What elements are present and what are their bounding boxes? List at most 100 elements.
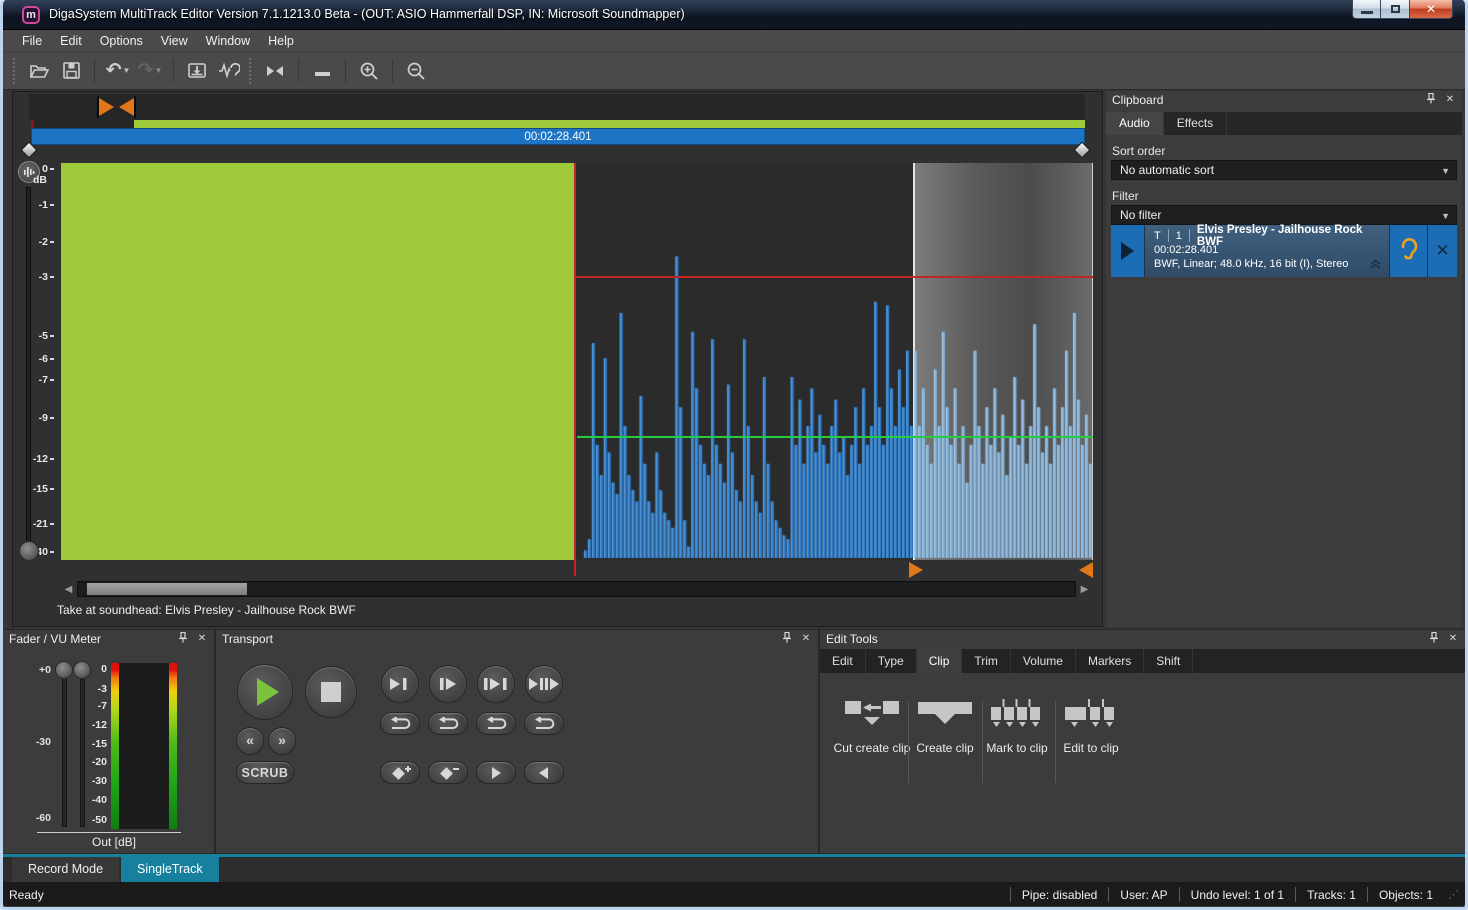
import-take-button[interactable] <box>181 56 213 86</box>
wave-mark-in-icon[interactable] <box>909 562 923 578</box>
fader-track-left[interactable] <box>62 670 67 827</box>
play-variant-button-3[interactable] <box>477 665 515 703</box>
resize-grip-icon[interactable]: ⋰ <box>1448 888 1459 901</box>
level-slider-knob[interactable] <box>19 541 39 561</box>
close-icon: ✕ <box>1426 2 1436 16</box>
menu-help[interactable]: Help <box>259 31 303 51</box>
close-panel-icon[interactable]: ✕ <box>195 632 209 646</box>
wave-block-dark[interactable] <box>576 163 1093 560</box>
fader-knob-left[interactable] <box>55 661 73 679</box>
tool-edit-to-clip[interactable]: Edit to clip <box>1043 699 1139 755</box>
skip-to-mark-button[interactable] <box>259 56 291 86</box>
overview-marker-strip[interactable] <box>29 94 1085 120</box>
scroll-left-button[interactable]: ◀ <box>61 582 76 597</box>
save-button[interactable] <box>55 56 87 86</box>
play-button[interactable] <box>237 664 293 720</box>
clipboard-take-item[interactable]: T 1 Elvis Presley - Jailhouse Rock BWF 0… <box>1111 225 1457 277</box>
close-panel-icon[interactable]: ✕ <box>799 632 813 646</box>
scroll-right-button[interactable]: ▶ <box>1077 582 1092 597</box>
db-tick--5: -5 <box>39 330 54 342</box>
db-scale: dB 0-1-2-3-5-6-7-9-12-15-21-40 <box>13 163 57 560</box>
scrollbar-thumb[interactable] <box>87 583 247 595</box>
menu-view[interactable]: View <box>152 31 197 51</box>
mode-tab-record-mode[interactable]: Record Mode <box>12 857 119 882</box>
loop-button-4[interactable] <box>524 712 564 735</box>
overview-position-bar[interactable]: 00:02:28.401 <box>31 128 1085 145</box>
clipboard-tab-audio[interactable]: Audio <box>1106 112 1164 135</box>
wave-mark-out-icon[interactable] <box>1079 562 1093 578</box>
marker-remove-icon <box>436 765 460 781</box>
collapse-chevrons-icon[interactable] <box>1369 256 1382 274</box>
marker-add-button[interactable] <box>380 761 420 784</box>
loop-button-3[interactable] <box>476 712 516 735</box>
redo-button[interactable]: ↷▼ <box>134 56 166 86</box>
sort-order-value: No automatic sort <box>1120 163 1214 177</box>
toolbar-grip[interactable] <box>249 58 255 84</box>
play-variant-button-1[interactable] <box>381 665 419 703</box>
toolbar-grip[interactable] <box>13 58 19 84</box>
play-variant-button-4[interactable] <box>525 665 563 703</box>
level-slider-track[interactable] <box>26 187 31 549</box>
stop-button[interactable] <box>305 666 357 718</box>
mark-in-icon[interactable] <box>99 98 114 116</box>
scrub-button[interactable]: SCRUB <box>236 761 294 784</box>
loop-icon <box>531 717 557 730</box>
prelisten-button[interactable] <box>213 56 245 86</box>
zoom-in-button[interactable] <box>353 56 385 86</box>
open-file-button[interactable] <box>23 56 55 86</box>
vu-meter <box>111 663 177 829</box>
jump-back-button[interactable]: « <box>236 727 264 755</box>
minimize-button[interactable] <box>1352 0 1381 19</box>
zoom-out-button[interactable] <box>400 56 432 86</box>
edit-tools-tab-edit[interactable]: Edit <box>820 649 866 673</box>
marker-remove-button[interactable] <box>428 761 468 784</box>
marker-prev-button[interactable] <box>524 761 564 784</box>
scrollbar-track[interactable] <box>77 581 1076 597</box>
title-bar[interactable]: m DigaSystem MultiTrack Editor Version 7… <box>3 0 1465 30</box>
menu-window[interactable]: Window <box>197 31 259 51</box>
close-button[interactable]: ✕ <box>1409 0 1453 19</box>
filter-label: Filter <box>1112 189 1456 203</box>
play-variant-button-2[interactable] <box>429 665 467 703</box>
undo-button[interactable]: ↶▼ <box>102 56 134 86</box>
pin-icon[interactable] <box>780 632 794 646</box>
menu-edit[interactable]: Edit <box>51 31 91 51</box>
jump-forward-button[interactable]: » <box>268 727 296 755</box>
pin-icon[interactable] <box>1424 93 1438 107</box>
prelisten-ear-button[interactable] <box>1390 225 1427 277</box>
level-line-green <box>577 436 1093 438</box>
edit-tools-tab-trim[interactable]: Trim <box>962 649 1011 673</box>
mode-tab-singletrack[interactable]: SingleTrack <box>121 857 219 882</box>
sort-order-select[interactable]: No automatic sort ▼ <box>1111 160 1457 180</box>
maximize-button[interactable] <box>1381 0 1409 19</box>
edit-tools-tab-markers[interactable]: Markers <box>1076 649 1144 673</box>
close-panel-icon[interactable]: ✕ <box>1446 632 1460 646</box>
wave-block-green[interactable] <box>61 163 576 560</box>
position-time-label: 00:02:28.401 <box>524 131 591 143</box>
take-remove-button[interactable]: ✕ <box>1428 225 1457 277</box>
edit-tools-tab-clip[interactable]: Clip <box>917 649 963 673</box>
marker-next-button[interactable] <box>476 761 516 784</box>
shrink-button[interactable] <box>306 56 338 86</box>
floppy-icon <box>62 61 81 80</box>
mark-out-icon[interactable] <box>119 98 134 116</box>
loop-button-2[interactable] <box>428 712 468 735</box>
close-panel-icon[interactable]: ✕ <box>1443 93 1457 107</box>
edit-tools-tab-shift[interactable]: Shift <box>1144 649 1193 673</box>
chevron-down-icon: ▼ <box>1441 162 1450 180</box>
clipboard-tab-effects[interactable]: Effects <box>1164 112 1227 135</box>
edit-tools-tab-volume[interactable]: Volume <box>1011 649 1076 673</box>
pin-icon[interactable] <box>1427 632 1441 646</box>
filter-select[interactable]: No filter ▼ <box>1111 205 1457 225</box>
menu-file[interactable]: File <box>13 31 51 51</box>
db-tick--6: -6 <box>39 353 54 365</box>
menu-options[interactable]: Options <box>91 31 152 51</box>
take-info[interactable]: T 1 Elvis Presley - Jailhouse Rock BWF 0… <box>1145 225 1389 277</box>
loop-button-1[interactable] <box>380 712 420 735</box>
chevron-down-icon[interactable]: ▼ <box>123 66 131 75</box>
waveform-canvas[interactable] <box>576 163 1093 560</box>
chevron-down-icon[interactable]: ▼ <box>155 66 163 75</box>
edit-tools-tab-type[interactable]: Type <box>866 649 917 673</box>
pin-icon[interactable] <box>176 632 190 646</box>
take-play-button[interactable] <box>1111 225 1144 277</box>
